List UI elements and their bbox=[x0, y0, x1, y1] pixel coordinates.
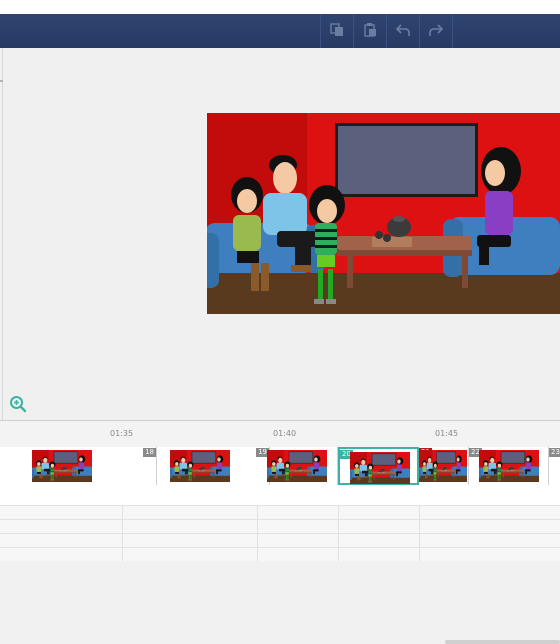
track-divider bbox=[0, 505, 560, 506]
toolbar-spacer bbox=[452, 14, 560, 48]
clip-thumbnail bbox=[350, 452, 410, 484]
clip-thumbnail bbox=[32, 450, 92, 482]
undo-icon bbox=[395, 22, 410, 41]
clip-thumbnail bbox=[419, 450, 467, 482]
paste-icon bbox=[363, 22, 377, 41]
clip-number-badge: 18 bbox=[143, 448, 156, 457]
redo-icon bbox=[428, 22, 443, 41]
time-gridline bbox=[419, 505, 420, 561]
timeline-clip[interactable]: 19 bbox=[157, 447, 270, 485]
scene-image bbox=[207, 113, 560, 314]
timeline-clip[interactable]: 21 bbox=[419, 447, 469, 485]
video-track: 18 19 20 21 22 23 bbox=[0, 447, 560, 518]
copy-button[interactable] bbox=[320, 14, 352, 48]
stage-left-marker bbox=[0, 80, 3, 82]
timeline-clip-selected[interactable]: 20 bbox=[338, 447, 419, 485]
timeline-clip[interactable]: 23 bbox=[549, 447, 560, 485]
zoom-in-button[interactable] bbox=[9, 395, 27, 413]
timeline-empty-tracks bbox=[0, 505, 560, 644]
ruler-tick: 01:35 bbox=[110, 429, 134, 438]
time-gridline bbox=[122, 505, 123, 561]
clip-thumbnail bbox=[479, 450, 539, 482]
timeline-clip[interactable]: 18 bbox=[0, 447, 157, 485]
timeline-clip[interactable]: 22 bbox=[469, 447, 549, 485]
stage-left-border bbox=[2, 48, 3, 420]
clip-thumbnail bbox=[267, 450, 327, 482]
clip-thumbnail bbox=[170, 450, 230, 482]
timeline-clip[interactable] bbox=[270, 447, 338, 485]
track-divider bbox=[0, 519, 560, 520]
undo-button[interactable] bbox=[386, 14, 418, 48]
time-gridline bbox=[338, 505, 339, 561]
ruler-tick: 01:45 bbox=[435, 429, 459, 438]
ruler-tick: 01:40 bbox=[273, 429, 297, 438]
timeline-horizontal-scrollbar[interactable] bbox=[445, 640, 560, 644]
window-top-strip bbox=[0, 0, 560, 14]
redo-button[interactable] bbox=[419, 14, 451, 48]
track-divider bbox=[0, 547, 560, 548]
editor-toolbar bbox=[0, 14, 560, 49]
paste-button[interactable] bbox=[353, 14, 385, 48]
track-divider bbox=[0, 533, 560, 534]
scene-preview[interactable] bbox=[207, 113, 560, 314]
clip-number-badge: 23 bbox=[549, 448, 560, 457]
time-gridline bbox=[257, 505, 258, 561]
preview-stage bbox=[0, 48, 560, 420]
zoom-in-icon bbox=[9, 396, 27, 417]
copy-icon bbox=[329, 22, 344, 41]
timeline: 01:35 01:40 01:45 18 19 20 21 22 23 bbox=[0, 420, 560, 644]
time-ruler[interactable]: 01:35 01:40 01:45 bbox=[0, 421, 560, 448]
